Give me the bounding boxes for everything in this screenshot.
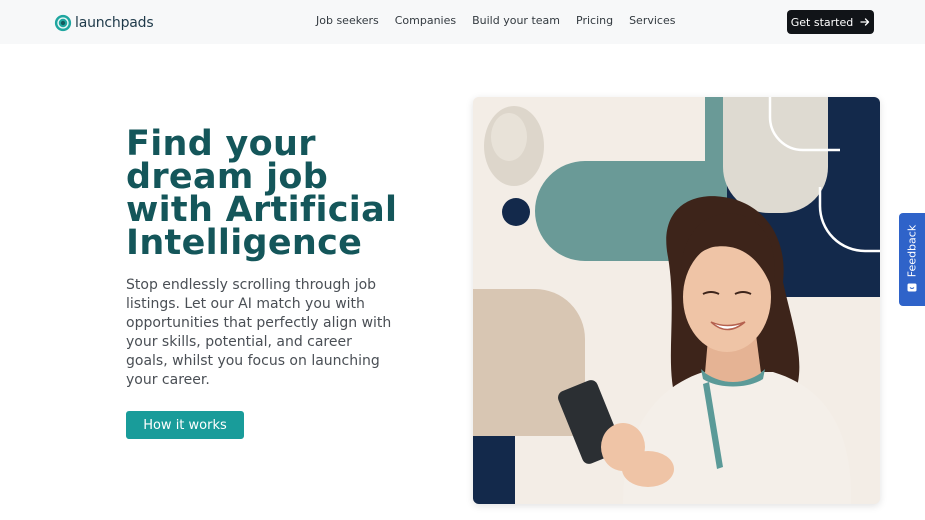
hero-description-line: your career. (126, 372, 210, 388)
nav-item-companies[interactable]: Companies (395, 14, 456, 27)
navy-block-shape (473, 436, 515, 504)
hero-description-line: opportunities that perfectly align with (126, 315, 392, 331)
nav-item-pricing[interactable]: Pricing (576, 14, 613, 27)
nav-item-build-your-team[interactable]: Build your team (472, 14, 560, 27)
dot-shape (502, 198, 530, 226)
hero-description-line: Stop endlessly scrolling through job (126, 277, 377, 293)
hero-description: Stop endlessly scrolling through job lis… (126, 276, 392, 390)
get-started-button[interactable]: Get started (787, 10, 874, 34)
how-it-works-button[interactable]: How it works (126, 411, 244, 439)
nav-item-services[interactable]: Services (629, 14, 675, 27)
hero-title-line: Intelligence (126, 223, 363, 263)
gray-shape (723, 97, 828, 213)
launchpads-logo-icon (54, 14, 72, 32)
feedback-label: Feedback (905, 224, 919, 278)
hero-illustration-art (473, 97, 880, 504)
hero-description-line: your skills, potential, and career (126, 334, 352, 350)
hero-description-line: goals, whilst you focus on launching (126, 353, 380, 369)
feedback-tab[interactable]: Feedback (899, 213, 925, 306)
logo[interactable]: launchpads (54, 13, 154, 33)
logo-text: launchpads (75, 15, 154, 31)
chat-icon (907, 283, 917, 292)
site-header: launchpads Job seekers Companies Build y… (0, 0, 925, 44)
nav-item-job-seekers[interactable]: Job seekers (316, 14, 379, 27)
hero-title: Find your dream job with Artificial Inte… (126, 127, 426, 263)
get-started-label: Get started (790, 15, 854, 29)
hero-description-line: listings. Let our AI match you with (126, 296, 365, 312)
main-nav: Job seekers Companies Build your team Pr… (316, 14, 691, 27)
hero-illustration (473, 97, 880, 504)
arrow-right-icon (860, 18, 870, 26)
